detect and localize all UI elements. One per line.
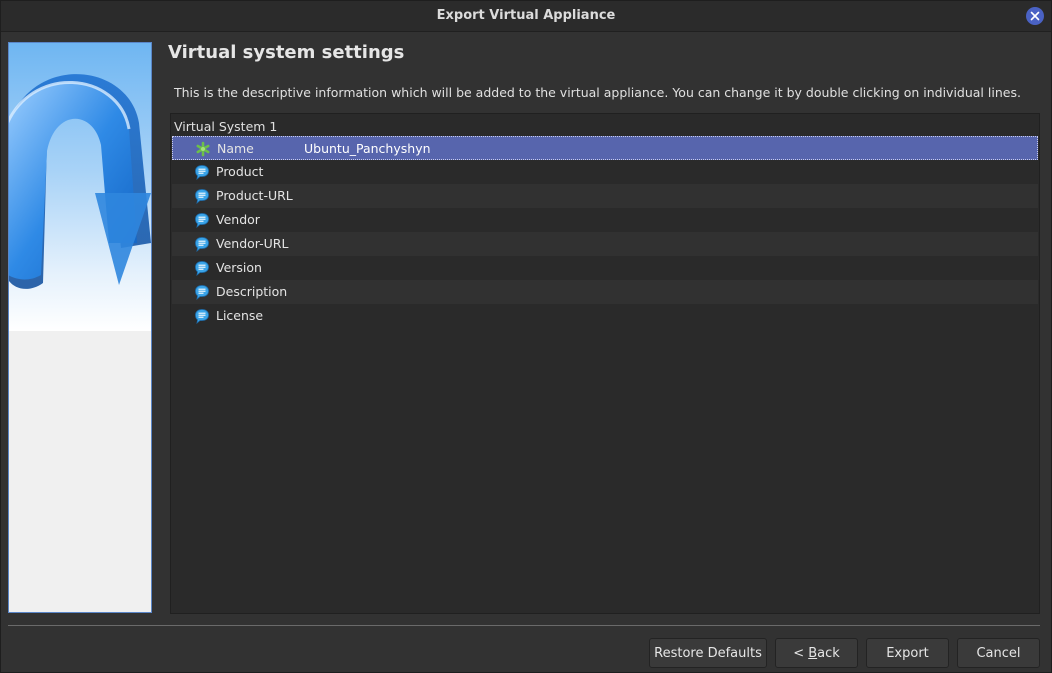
export-button[interactable]: Export [866, 638, 949, 668]
description-bubble-icon [195, 309, 209, 324]
row-label-license: License [216, 308, 264, 323]
description-bubble-icon [195, 237, 209, 252]
row-label-vendor: Vendor [216, 212, 260, 227]
title-bar: Export Virtual Appliance [1, 1, 1051, 32]
description-bubble-icon [195, 189, 209, 204]
cancel-label: Cancel [976, 645, 1021, 661]
row-label-product: Product [216, 164, 264, 179]
page-description: This is the descriptive information whic… [174, 85, 1021, 100]
row-label-description: Description [216, 284, 288, 299]
row-label-version: Version [216, 260, 262, 275]
name-asterisk-icon [196, 141, 210, 157]
row-value-name[interactable]: Ubuntu_Panchyshyn [304, 137, 431, 161]
cancel-button[interactable]: Cancel [957, 638, 1040, 668]
tree-row-vendor-url[interactable]: Vendor-URL [172, 232, 1038, 256]
page-title: Virtual system settings [168, 42, 405, 63]
button-separator [8, 625, 1040, 626]
close-button[interactable] [1026, 7, 1044, 25]
wizard-side-image [8, 42, 152, 613]
tree-row-version[interactable]: Version [172, 256, 1038, 280]
tree-row-vendor[interactable]: Vendor [172, 208, 1038, 232]
back-label-rest: ack [817, 645, 840, 661]
description-bubble-icon [195, 261, 209, 276]
export-label: Export [886, 645, 929, 661]
tree-row-product[interactable]: Product [172, 160, 1038, 184]
description-bubble-icon [195, 213, 209, 228]
row-label-product-url: Product-URL [216, 188, 293, 203]
back-label-prefix: < [793, 645, 809, 661]
export-arrow-graphic [9, 74, 151, 289]
export-appliance-dialog: Export Virtual Appliance Virtual system … [0, 0, 1052, 673]
restore-defaults-label: Restore Defaults [654, 645, 762, 661]
tree-row-name[interactable]: Name Ubuntu_Panchyshyn [172, 136, 1038, 160]
appliance-settings-tree[interactable]: Virtual System 1 Name Ubuntu_Panchyshyn … [170, 113, 1040, 614]
wizard-banner-art [9, 43, 151, 331]
tree-row-license[interactable]: License [172, 304, 1038, 328]
back-button[interactable]: < Back [775, 638, 858, 668]
row-label-name: Name [217, 141, 254, 156]
window-title: Export Virtual Appliance [436, 8, 616, 23]
restore-defaults-button[interactable]: Restore Defaults [649, 638, 767, 668]
close-icon [1030, 11, 1040, 21]
tree-root-virtual-system[interactable]: Virtual System 1 [174, 117, 277, 137]
tree-row-description[interactable]: Description [172, 280, 1038, 304]
description-bubble-icon [195, 165, 209, 180]
row-label-vendor-url: Vendor-URL [216, 236, 289, 251]
tree-row-product-url[interactable]: Product-URL [172, 184, 1038, 208]
description-bubble-icon [195, 285, 209, 300]
back-label-mnemonic: B [808, 645, 818, 661]
